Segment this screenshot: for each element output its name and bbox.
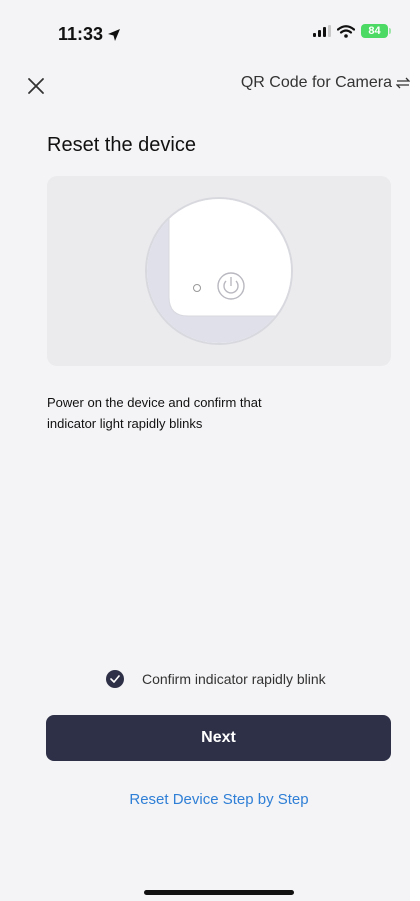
cellular-signal-icon (313, 25, 331, 37)
battery-indicator: 84 (361, 24, 391, 38)
confirm-indicator-label: Confirm indicator rapidly blink (142, 671, 326, 687)
battery-level: 84 (368, 25, 381, 37)
instruction-text: Power on the device and confirm that ind… (47, 395, 262, 431)
qr-code-camera-label: QR Code for Camera (240, 74, 392, 91)
nav-bar: QR Code for Camera (0, 66, 410, 106)
page-title: Reset the device (47, 134, 196, 156)
location-arrow-icon (108, 28, 121, 41)
swap-arrows-icon (396, 77, 410, 89)
close-icon (28, 78, 44, 94)
status-time: 11:33 (58, 24, 121, 45)
wifi-icon (337, 24, 355, 38)
device-illustration (47, 176, 391, 366)
close-button[interactable] (22, 72, 50, 100)
status-time-text: 11:33 (58, 24, 104, 44)
next-button[interactable]: Next (46, 715, 391, 761)
app-screen: 11:33 84 QR Code for Camera Reset the de… (0, 0, 410, 901)
confirm-indicator-checkbox[interactable]: Confirm indicator rapidly blink (106, 670, 326, 688)
status-icons: 84 (313, 24, 391, 38)
checkmark-icon[interactable] (106, 670, 124, 688)
home-indicator (144, 890, 294, 895)
status-bar: 11:33 84 (0, 0, 410, 66)
reset-device-step-link[interactable]: Reset Device Step by Step (0, 791, 420, 808)
qr-code-camera-switch[interactable]: QR Code for Camera (241, 74, 410, 92)
